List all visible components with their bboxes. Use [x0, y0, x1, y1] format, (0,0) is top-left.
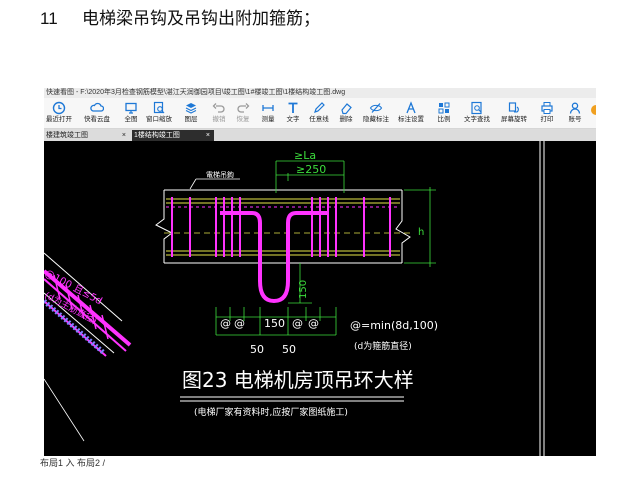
account-icon: [569, 102, 581, 114]
tab-structure-drawing[interactable]: 1楼结构竣工图 ×: [132, 130, 214, 141]
redo-icon: [237, 103, 250, 113]
toolbar-label: 文字: [286, 116, 300, 123]
dim-at-1: @: [220, 317, 231, 330]
toolbar-free-line[interactable]: 任意线: [306, 100, 332, 127]
tab-close-button[interactable]: ×: [206, 130, 210, 141]
toolbar-scale[interactable]: 比例: [431, 100, 457, 127]
beam-detail: 電梯吊鉤: [155, 170, 414, 304]
toolbar-undo[interactable]: 撤销: [206, 100, 232, 127]
window-title-bar: 快速看图 - F:\2020年3月检查钢筋模型\湛江天润御园项目\竣工图\1#楼…: [44, 88, 596, 98]
toolbar-label: 窗口缩放: [146, 116, 172, 123]
section-title: 电梯梁吊钩及吊钩出附加箍筋；: [82, 9, 320, 29]
measure-icon: [262, 105, 274, 111]
toolbar-label: 图层: [184, 116, 198, 123]
tab-label: 1楼结构竣工图: [134, 132, 180, 139]
cloud-icon: [90, 102, 104, 112]
section-number: 11: [40, 9, 58, 28]
toolbar-delete[interactable]: 删除: [333, 100, 359, 127]
toolbar-label: 恢复: [236, 116, 250, 123]
toolbar-redo[interactable]: 恢复: [230, 100, 256, 127]
app-screenshot: 快速看图 - F:\2020年3月检查钢筋模型\湛江天润御园项目\竣工图\1#楼…: [44, 88, 596, 456]
toolbar-label: 测量: [261, 116, 275, 123]
tab-close-button[interactable]: ×: [122, 130, 126, 141]
toolbar-layers[interactable]: 图层: [178, 100, 204, 127]
note-formula: @=min(8d,100): [350, 319, 438, 332]
monitor-icon: [125, 102, 137, 114]
hide-icon: [369, 103, 383, 113]
toolbar-screen-rotate[interactable]: 屏幕旋转: [501, 100, 527, 127]
toolbar-text-search[interactable]: 文字查找: [464, 100, 490, 127]
note-stirrup-diameter: (d为箍筋直径): [354, 340, 412, 352]
figure-title: 图23 电梯机房顶吊环大样: [182, 368, 414, 392]
toolbar-label: 账号: [568, 116, 582, 123]
dim-h: h: [418, 227, 424, 238]
dim-150: 150: [264, 317, 285, 330]
layers-icon: [185, 103, 197, 114]
toolbar-label: 比例: [437, 116, 451, 123]
dim-la: ≥La: [294, 149, 316, 162]
eraser-icon: [341, 103, 352, 115]
layout-tabs[interactable]: 布局1 入 布局2 /: [40, 456, 105, 469]
toolbar-label: 打印: [540, 116, 554, 123]
toolbar-label: 任意线: [309, 116, 329, 123]
toolbar-label: 全图: [124, 116, 138, 123]
dim-50-left: 50: [250, 343, 264, 356]
diagonal-beam-detail: @100 且≤5d (d为主筋直径): [44, 252, 132, 442]
scale-icon: [438, 102, 450, 114]
toolbar-print[interactable]: 打印: [534, 100, 560, 127]
drawing-canvas[interactable]: @100 且≤5d (d为主筋直径) 電梯吊鉤 ≥La ≥250 h 150 @…: [44, 141, 596, 456]
dim-150-vertical: 150: [298, 280, 309, 299]
dim-at-2: @: [234, 317, 245, 330]
pen-icon: [314, 102, 325, 113]
beam-label: 電梯吊鉤: [206, 170, 234, 179]
toolbar-label: 文字查找: [464, 116, 490, 123]
toolbar-label: 隐藏标注: [363, 116, 389, 123]
toolbar-label: 撤销: [212, 116, 226, 123]
toolbar-cloud[interactable]: 快看云盘: [84, 100, 110, 127]
dim-at-4: @: [308, 317, 319, 330]
toolbar-label: 标注设置: [398, 116, 424, 123]
toolbar-label: 屏幕旋转: [501, 116, 527, 123]
toolbar-measure[interactable]: 测量: [255, 100, 281, 127]
toolbar-label: 快看云盘: [84, 116, 110, 123]
toolbar: 最近打开 快看云盘 全图 窗口缩放 图层 撤销 恢复 测量 文字 任意线 删除 …: [44, 98, 596, 129]
dim-at-3: @: [292, 317, 303, 330]
toolbar-label: 最近打开: [46, 116, 72, 123]
app-badge-icon: [591, 105, 596, 115]
section-heading: 11 电梯梁吊钩及吊钩出附加箍筋；: [40, 4, 320, 29]
toolbar-hide-annotation[interactable]: 隐藏标注: [363, 100, 389, 127]
toolbar-full-view[interactable]: 全图: [118, 100, 144, 127]
print-icon: [541, 102, 553, 114]
undo-icon: [212, 103, 225, 113]
tab-label: 楼建筑竣工图: [46, 132, 88, 139]
dim-250: ≥250: [296, 163, 326, 176]
figure-subtitle: (电梯厂家有资料时,应按厂家图纸施工): [194, 406, 348, 418]
rotate-icon: [508, 102, 519, 113]
cad-drawing: @100 且≤5d (d为主筋直径) 電梯吊鉤 ≥La ≥250 h 150 @…: [44, 141, 545, 456]
toolbar-text[interactable]: 文字: [280, 100, 306, 127]
document-tabbar: 楼建筑竣工图 × 1楼结构竣工图 ×: [44, 129, 596, 141]
text-icon: [288, 102, 298, 113]
text-search-icon: [471, 101, 482, 115]
toolbar-annotation-settings[interactable]: 标注设置: [398, 100, 424, 127]
tab-building-drawing[interactable]: 楼建筑竣工图 ×: [44, 130, 130, 141]
toolbar-window-zoom[interactable]: 窗口缩放: [146, 100, 172, 127]
clock-icon: [52, 101, 66, 115]
annotation-settings-icon: [406, 101, 416, 114]
dim-50-right: 50: [282, 343, 296, 356]
toolbar-account[interactable]: 账号: [562, 100, 588, 127]
zoom-window-icon: [153, 101, 165, 114]
toolbar-label: 删除: [339, 116, 353, 123]
toolbar-recent-open[interactable]: 最近打开: [46, 100, 72, 127]
